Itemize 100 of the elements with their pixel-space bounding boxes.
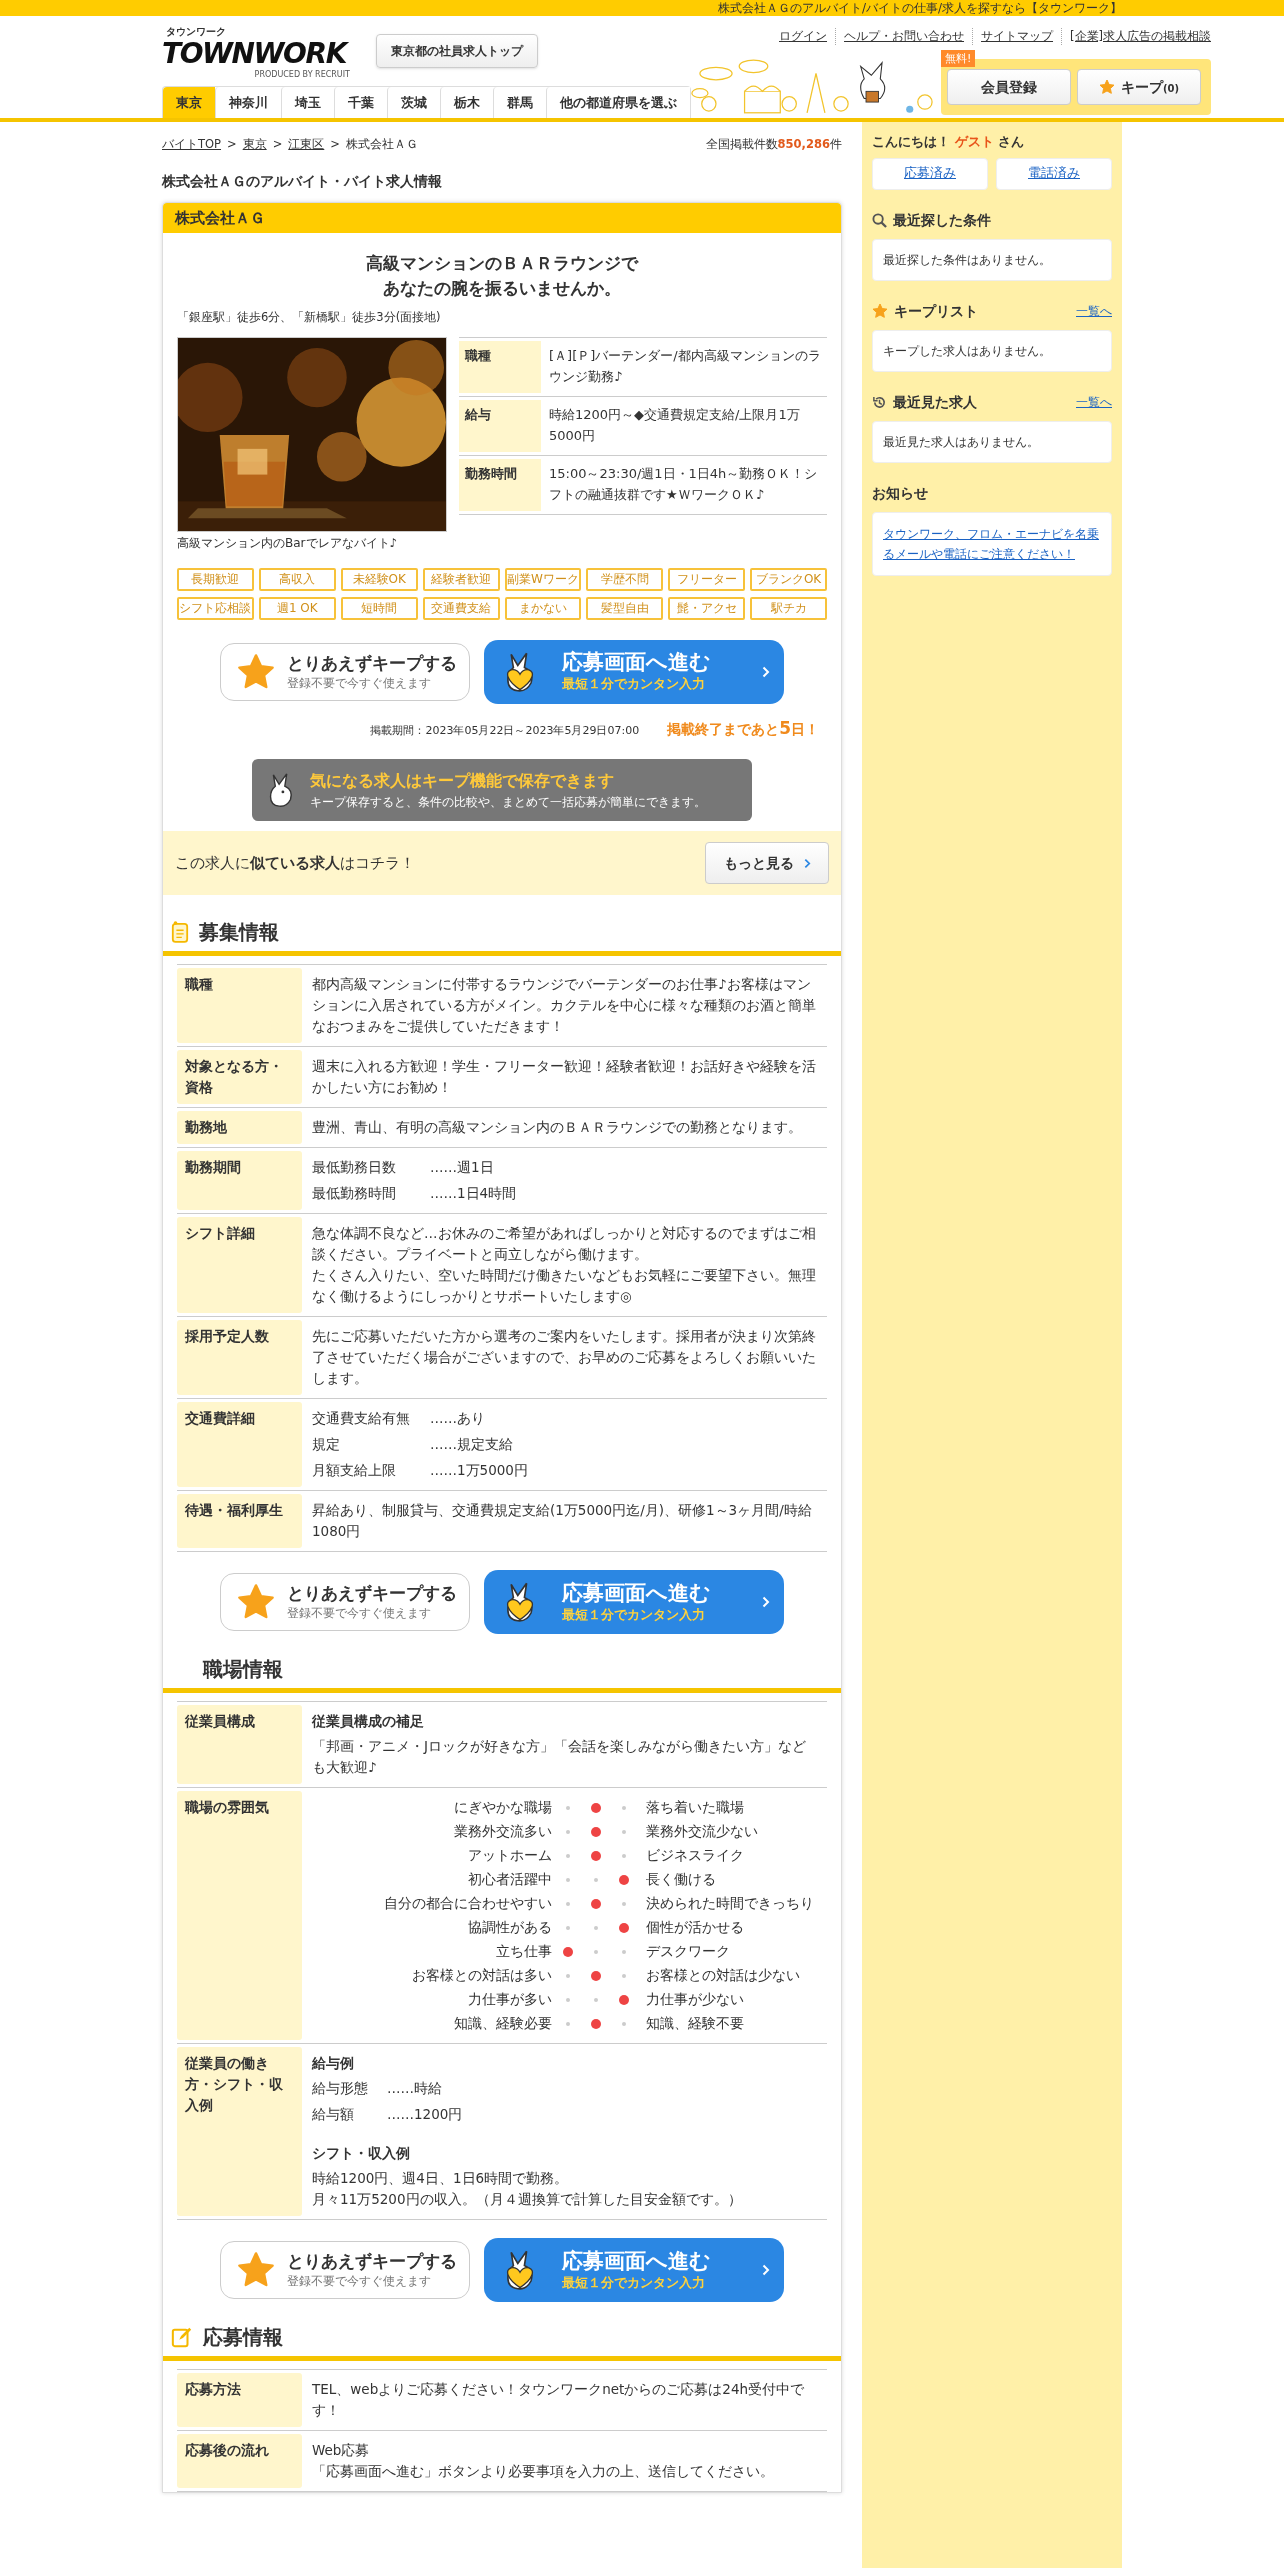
view-all-link[interactable]: 一覧へ bbox=[1076, 393, 1112, 411]
apply-subtext: 最短１分でカンタン入力 bbox=[562, 1605, 706, 1624]
apply-button[interactable]: 応募画面へ進む 最短１分でカンタン入力 bbox=[484, 2238, 784, 2302]
keep-button[interactable]: とりあえずキープする 登録不要で今すぐ使えます bbox=[220, 2241, 470, 2299]
feature-tag: 髪型自由 bbox=[586, 596, 664, 620]
apply-label: 応募画面へ進む bbox=[562, 649, 712, 676]
scale-left-label: 自分の都合に合わせやすい bbox=[383, 1894, 553, 1913]
detail-value: ……1200円 bbox=[387, 2105, 463, 2124]
scale-right-label: 決められた時間できっちり bbox=[645, 1894, 815, 1913]
banner-title: 気になる求人はキープ機能で保存できます bbox=[310, 770, 615, 792]
register-button[interactable]: 会員登録 bbox=[947, 69, 1071, 106]
keep-button[interactable]: とりあえずキープする 登録不要で今すぐ使えます bbox=[220, 642, 470, 701]
detail-term: 月額支給上限 bbox=[312, 1461, 397, 1480]
keep-subtext: 登録不要で今すぐ使えます bbox=[287, 674, 432, 692]
detail-text: 豊洲、青山、有明の高級マンション内のＢＡＲラウンジでの勤務となります。 bbox=[312, 1118, 803, 1137]
star-icon bbox=[872, 303, 888, 319]
days-remaining: 掲載終了まであと 5 日！ bbox=[667, 716, 819, 740]
feature-tag: 駅チカ bbox=[750, 596, 827, 620]
detail-text: 月々11万5200円の収入。（月４週換算で計算した目安金額です。） bbox=[312, 2190, 743, 2209]
keep-button[interactable]: とりあえずキープする 登録不要で今すぐ使えます bbox=[220, 1573, 470, 1631]
detail-term: 最低勤務日数 bbox=[312, 1158, 397, 1177]
prefecture-tab[interactable]: 東京 bbox=[163, 87, 215, 118]
banner-text: キープ保存すると、条件の比較や、まとめて一括応募が簡単にできます。 bbox=[310, 794, 706, 811]
empty-message: 最近見た求人はありません。 bbox=[883, 433, 1040, 451]
detail-text: 「応募画面へ進む」ボタンより必要事項を入力の上、送信してください。 bbox=[312, 2462, 775, 2481]
keep-label: とりあえずキープする bbox=[287, 2250, 457, 2272]
section-heading: 給与例 bbox=[312, 2054, 355, 2073]
scale-left-label: 力仕事が多い bbox=[467, 1990, 553, 2009]
star-icon bbox=[237, 2251, 275, 2289]
section-heading: シフト・収入例 bbox=[312, 2144, 411, 2163]
feature-tag: ブランクOK bbox=[750, 567, 827, 591]
job-headline: 高級マンションのＢＡＲラウンジで bbox=[366, 252, 638, 276]
scale-right-label: 長く働ける bbox=[645, 1870, 717, 1889]
detail-value: ……時給 bbox=[387, 2079, 442, 2098]
sidebar-heading: 最近見た求人 bbox=[893, 392, 977, 412]
detail-text: 急な体調不良など…お休みのご希望があればしっかりと対応するのでまずはご相談ください。プライベートと両立しながら働けます。 bbox=[312, 1224, 817, 1264]
scale-right-label: 知識、経験不要 bbox=[645, 2014, 745, 2033]
photo-caption: 高級マンション内のBarでレアなバイト♪ bbox=[177, 534, 399, 552]
prefecture-tab[interactable]: 他の都道府県を選ぶ bbox=[546, 87, 690, 118]
scale-right-label: 個性が活かせる bbox=[645, 1918, 745, 1937]
view-all-link[interactable]: 一覧へ bbox=[1076, 302, 1112, 320]
feature-tag: フリーター bbox=[668, 567, 746, 591]
row-label: 勤務地 bbox=[177, 1111, 302, 1144]
row-label: 従業員の働き方・シフト・収入例 bbox=[177, 2047, 302, 2216]
section-heading: 従業員構成の補足 bbox=[312, 1712, 425, 1731]
detail-text: [Ａ][Ｐ]バーテンダー/都内高級マンションのラウンジ勤務♪ bbox=[549, 346, 822, 386]
feature-tag: 未経験OK bbox=[340, 567, 418, 591]
breadcrumb-link[interactable]: バイトTOP bbox=[162, 136, 221, 154]
detail-value: ……規定支給 bbox=[430, 1435, 513, 1454]
total-count: 全国掲載件数850,286件 bbox=[705, 136, 842, 153]
row-label: 職場の雰囲気 bbox=[177, 1791, 302, 2040]
detail-text: 都内高級マンションに付帯するラウンジでバーテンダーのお仕事♪お客様はマンションに入居されている方がメイン。カクテルを中心に様々な種類のお酒と簡単なおつまみをご提供していただきます！ bbox=[312, 975, 817, 1036]
detail-text: 先にご応募いただいた方から選考のご案内をいたします。採用者が決まり次第終了させていただく場合がございますので、お早めのご応募をよろしくお願いいたします。 bbox=[312, 1327, 817, 1388]
apply-button[interactable]: 応募画面へ進む 最短１分でカンタン入力 bbox=[484, 639, 784, 704]
header-link[interactable]: ログイン bbox=[771, 28, 835, 46]
scale-left-label: 協調性がある bbox=[467, 1918, 553, 1937]
feature-tag: 経験者歓迎 bbox=[422, 567, 500, 591]
history-link[interactable]: 応募済み bbox=[872, 157, 988, 190]
sidebar-heading: 最近探した条件 bbox=[893, 210, 991, 230]
page-tagline: 株式会社ＡＧのアルバイト/バイトの仕事/求人を探すなら【タウンワーク】 bbox=[717, 0, 1122, 16]
header-link[interactable]: サイトマップ bbox=[972, 28, 1061, 46]
keep-subtext: 登録不要で今すぐ使えます bbox=[287, 1605, 432, 1622]
detail-text: 時給1200円、週4日、1日6時間で勤務。 bbox=[312, 2169, 570, 2188]
row-label: 職種 bbox=[459, 340, 541, 393]
corporate-top-button[interactable]: 東京都の社員求人トップ bbox=[375, 34, 538, 68]
row-label: 職種 bbox=[177, 968, 302, 1043]
breadcrumb-link[interactable]: 江東区 bbox=[288, 136, 325, 154]
station-access: 「銀座駅」徒歩6分、「新橋駅」徒歩3分(面接地) bbox=[176, 309, 442, 327]
history-icon bbox=[872, 394, 887, 410]
detail-value: ……1万5000円 bbox=[430, 1461, 528, 1480]
keep-list-button[interactable]: キープ(0) bbox=[1077, 69, 1201, 106]
feature-tag: 学歴不問 bbox=[586, 567, 664, 591]
apply-subtext: 最短１分でカンタン入力 bbox=[562, 675, 706, 694]
empty-message: 最近探した条件はありません。 bbox=[883, 251, 1052, 269]
memo-icon bbox=[171, 920, 189, 944]
feature-tag: 髭・アクセ bbox=[668, 596, 746, 620]
sidebar-heading: お知らせ bbox=[872, 483, 928, 503]
header-link[interactable]: [企業]求人広告の掲載相談 bbox=[1061, 28, 1211, 46]
edit-icon bbox=[171, 2326, 193, 2348]
search-icon bbox=[872, 212, 887, 228]
scale-left-label: 業務外交流多い bbox=[453, 1822, 553, 1841]
scale-right-label: デスクワーク bbox=[645, 1942, 731, 1961]
page-title: 株式会社ＡＧのアルバイト・バイト求人情報 bbox=[162, 172, 443, 192]
detail-text: 15:00～23:30/週1日・1日4h～勤務ＯＫ！シフトの融通抜群です★ＷワークＯＫ♪ bbox=[549, 464, 819, 504]
site-logo[interactable]: タウンワーク TOWNWORK PRODUCED BY RECRUIT bbox=[162, 26, 358, 79]
detail-term: 給与形態 bbox=[312, 2079, 369, 2098]
history-link[interactable]: 電話済み bbox=[996, 157, 1112, 190]
detail-text: 昇給あり、制服貸与、交通費規定支給(1万5000円迄/月)、研修1～3ヶ月間/時給1080円 bbox=[312, 1501, 813, 1541]
notice-link[interactable]: タウンワーク、フロム・エーナビを名乗るメールや電話にご注意ください！ bbox=[883, 523, 1101, 564]
apply-button[interactable]: 応募画面へ進む 最短１分でカンタン入力 bbox=[484, 1570, 784, 1634]
job-headline: あなたの腕を振るいませんか。 bbox=[383, 277, 621, 301]
more-button[interactable]: もっと見る bbox=[705, 842, 829, 884]
detail-text: TEL、webよりご応募ください！タウンワークnetからのご応募は24h受付中です！ bbox=[312, 2380, 806, 2420]
feature-tag: 高収入 bbox=[258, 567, 336, 591]
chevron-icon bbox=[762, 1596, 770, 1608]
header-link[interactable]: ヘルプ・お問い合わせ bbox=[835, 28, 972, 46]
feature-tag: 週1 OK bbox=[258, 596, 336, 620]
apply-label: 応募画面へ進む bbox=[562, 1579, 712, 1606]
breadcrumb-link[interactable]: 東京 bbox=[242, 136, 267, 154]
detail-value: ……あり bbox=[430, 1409, 485, 1428]
